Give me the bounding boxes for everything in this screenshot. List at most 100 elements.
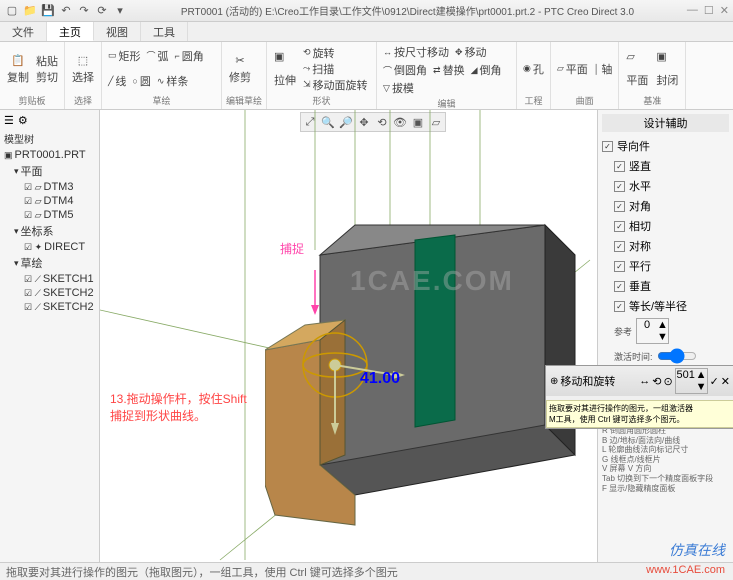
maximize-icon[interactable]: ☐ bbox=[704, 4, 714, 17]
arc-button[interactable]: ⌒弧 bbox=[145, 48, 171, 64]
tree-root[interactable]: ▣ PRT0001.PRT bbox=[4, 148, 95, 162]
status-message: 拖取要对其进行操作的图元（拖取图元），一组工具，使用 Ctrl 键可选择多个图元 bbox=[6, 564, 398, 580]
dim-move-button[interactable]: ↔按尺寸移动 bbox=[381, 44, 451, 60]
save-icon[interactable]: 💾 bbox=[40, 3, 56, 19]
tree-item[interactable]: ☑ ⟋ SKETCH2 bbox=[4, 300, 95, 314]
plane-button[interactable]: ▱平面 bbox=[555, 61, 590, 77]
new-icon[interactable]: ▢ bbox=[4, 3, 20, 19]
design-assist-panel: 设计辅助 ✓导向件 ✓竖直 ✓水平 ✓对角 ✓相切 ✓对称 ✓平行 ✓垂直 ✓等… bbox=[597, 110, 733, 562]
replace-button[interactable]: ⇄替换 bbox=[431, 62, 467, 78]
activate-slider[interactable] bbox=[657, 348, 697, 364]
tab-home[interactable]: 主页 bbox=[47, 22, 94, 41]
tree-tab-icon[interactable]: ☰ bbox=[4, 114, 14, 127]
dialog-tooltip: 拖取要对其进行操作的图元，一组激活器 M工具，使用 Ctrl 键可选择多个图元。 bbox=[546, 400, 733, 428]
zoom-out-icon[interactable]: 🔎 bbox=[338, 114, 354, 130]
tab-tools[interactable]: 工具 bbox=[141, 22, 188, 41]
datum-plane-button[interactable]: ▱平面 bbox=[623, 49, 651, 89]
fillet-button[interactable]: ⌐圆角 bbox=[173, 48, 206, 64]
tree-item[interactable]: ☑ ⟋ SKETCH1 bbox=[4, 272, 95, 286]
trim-button[interactable]: ✂修剪 bbox=[226, 52, 254, 86]
rotate-button[interactable]: ⟲旋转 bbox=[301, 45, 370, 61]
tab-file[interactable]: 文件 bbox=[0, 22, 47, 41]
spline-button[interactable]: ∿样条 bbox=[155, 73, 191, 89]
dropdown-icon[interactable]: ▾ bbox=[112, 3, 128, 19]
check-parallel[interactable]: ✓平行 bbox=[614, 256, 729, 276]
tree-item[interactable]: ☑ ▱ DTM3 bbox=[4, 180, 95, 194]
rect-button[interactable]: ▭矩形 bbox=[106, 48, 143, 64]
3d-canvas[interactable]: ⤢ 🔍 🔎 ✥ ⟲ 👁 ▣ ▱ bbox=[100, 110, 597, 562]
check-perpendicular[interactable]: ✓垂直 bbox=[614, 276, 729, 296]
refit-icon[interactable]: ⤢ bbox=[302, 114, 318, 130]
ribbon-surf: ▱平面 │轴 曲面 bbox=[551, 42, 620, 109]
moveface-button[interactable]: ⇲移动面旋转 bbox=[301, 77, 370, 93]
ribbon-base: ▱平面 ▣封闭 基准 bbox=[619, 42, 686, 109]
line-button[interactable]: ╱线 bbox=[106, 73, 128, 89]
watermark-url: www.1CAE.com bbox=[646, 564, 725, 576]
check-diagonal[interactable]: ✓对角 bbox=[614, 196, 729, 216]
window-title: PRT0001 (活动的) E:\Creo工作目录\工作文件\0912\Dire… bbox=[128, 3, 687, 18]
3d-model[interactable] bbox=[265, 165, 595, 535]
tree-group-csys[interactable]: ▾ 坐标系 bbox=[4, 222, 95, 240]
copy-button[interactable]: 📋复制 bbox=[4, 52, 32, 86]
open-icon[interactable]: 📁 bbox=[22, 3, 38, 19]
tree-group-plane[interactable]: ▾ 平面 bbox=[4, 162, 95, 180]
circle-button[interactable]: ○圆 bbox=[130, 73, 152, 89]
cut-button[interactable]: 剪切 bbox=[34, 69, 60, 85]
guide-check[interactable]: ✓导向件 bbox=[602, 136, 729, 156]
snap-label: 捕捉 bbox=[280, 240, 304, 257]
dlg-tool-icon[interactable]: ⊙ bbox=[663, 375, 672, 388]
close-icon[interactable]: ✕ bbox=[720, 4, 729, 17]
tree-item[interactable]: ☑ ⟋ SKETCH2 bbox=[4, 286, 95, 300]
close-button[interactable]: ▣封闭 bbox=[653, 49, 681, 89]
zoom-in-icon[interactable]: 🔍 bbox=[320, 114, 336, 130]
minimize-icon[interactable]: — bbox=[687, 4, 698, 17]
draft-button[interactable]: ▽拔模 bbox=[381, 80, 416, 96]
tab-view[interactable]: 视图 bbox=[94, 22, 141, 41]
round-button[interactable]: ⌒倒圆角 bbox=[381, 62, 429, 78]
move-rotate-dialog[interactable]: ⊕ 移动和旋转 ↔ ⟲ ⊙ 501▲▼ ✓ ✕ 拖取要对其进行操作的图元，一组激… bbox=[545, 365, 733, 429]
axis-button[interactable]: │轴 bbox=[592, 61, 615, 77]
watermark-brand: 仿真在线 bbox=[669, 540, 725, 560]
regen-icon[interactable]: ⟳ bbox=[94, 3, 110, 19]
view-toolbar: ⤢ 🔍 🔎 ✥ ⟲ 👁 ▣ ▱ bbox=[300, 112, 446, 132]
dlg-tool-icon[interactable]: ↔ bbox=[639, 375, 650, 387]
sweep-button[interactable]: ⤳扫描 bbox=[301, 61, 370, 77]
dlg-cancel-icon[interactable]: ✕ bbox=[721, 375, 730, 388]
check-tangent[interactable]: ✓相切 bbox=[614, 216, 729, 236]
hole-button[interactable]: ◉孔 bbox=[521, 61, 546, 77]
check-equal[interactable]: ✓等长/等半径 bbox=[614, 296, 729, 316]
redo-icon[interactable]: ↷ bbox=[76, 3, 92, 19]
tree-settings-icon[interactable]: ⚙ bbox=[18, 114, 28, 127]
dlg-ok-icon[interactable]: ✓ bbox=[710, 375, 719, 388]
datum-display-icon[interactable]: ▱ bbox=[428, 114, 444, 130]
watermark: 1CAE.COM bbox=[350, 265, 514, 297]
panel-header: 设计辅助 bbox=[602, 114, 729, 132]
dlg-tool-icon[interactable]: ⟲ bbox=[652, 375, 661, 388]
extrude-button[interactable]: ▣拉伸 bbox=[271, 49, 299, 89]
display-style-icon[interactable]: ▣ bbox=[410, 114, 426, 130]
check-horizontal[interactable]: ✓水平 bbox=[614, 176, 729, 196]
dialog-title[interactable]: ⊕ 移动和旋转 ↔ ⟲ ⊙ 501▲▼ ✓ ✕ bbox=[546, 366, 733, 396]
select-button[interactable]: ⬚选择 bbox=[69, 52, 97, 86]
paste-button[interactable]: 粘贴 bbox=[34, 53, 60, 69]
undo-icon[interactable]: ↶ bbox=[58, 3, 74, 19]
tree-item[interactable]: ☑ ▱ DTM4 bbox=[4, 194, 95, 208]
spin-icon[interactable]: ⟲ bbox=[374, 114, 390, 130]
check-symmetric[interactable]: ✓对称 bbox=[614, 236, 729, 256]
ribbon-eng: ◉孔 工程 bbox=[517, 42, 551, 109]
tree-item[interactable]: ☑ ▱ DTM5 bbox=[4, 208, 95, 222]
titlebar: ▢ 📁 💾 ↶ ↷ ⟳ ▾ PRT0001 (活动的) E:\Creo工作目录\… bbox=[0, 0, 733, 22]
ribbon-edit2: ↔按尺寸移动 ✥移动 ⌒倒圆角 ⇄替换 ◢倒角 ▽拔模 编辑 bbox=[377, 42, 517, 109]
tree-item[interactable]: ☑ ✦ DIRECT bbox=[4, 240, 95, 254]
statusbar: 拖取要对其进行操作的图元（拖取图元），一组工具，使用 Ctrl 键可选择多个图元 bbox=[0, 562, 733, 580]
chamfer-button[interactable]: ◢倒角 bbox=[469, 62, 504, 78]
pan-icon[interactable]: ✥ bbox=[356, 114, 372, 130]
check-vertical[interactable]: ✓竖直 bbox=[614, 156, 729, 176]
move-button[interactable]: ✥移动 bbox=[453, 44, 489, 60]
window-controls: — ☐ ✕ bbox=[687, 4, 729, 17]
instruction-annotation: 13.拖动操作杆，按住Shift 捕捉到形状曲线。 bbox=[110, 390, 247, 424]
ribbon-shape: ▣拉伸 ⟲旋转 ⤳扫描 ⇲移动面旋转 形状 bbox=[267, 42, 377, 109]
saved-view-icon[interactable]: 👁 bbox=[392, 114, 408, 130]
tree-group-sketch[interactable]: ▾ 草绘 bbox=[4, 254, 95, 272]
dimension-value: 41.00 bbox=[360, 370, 400, 388]
